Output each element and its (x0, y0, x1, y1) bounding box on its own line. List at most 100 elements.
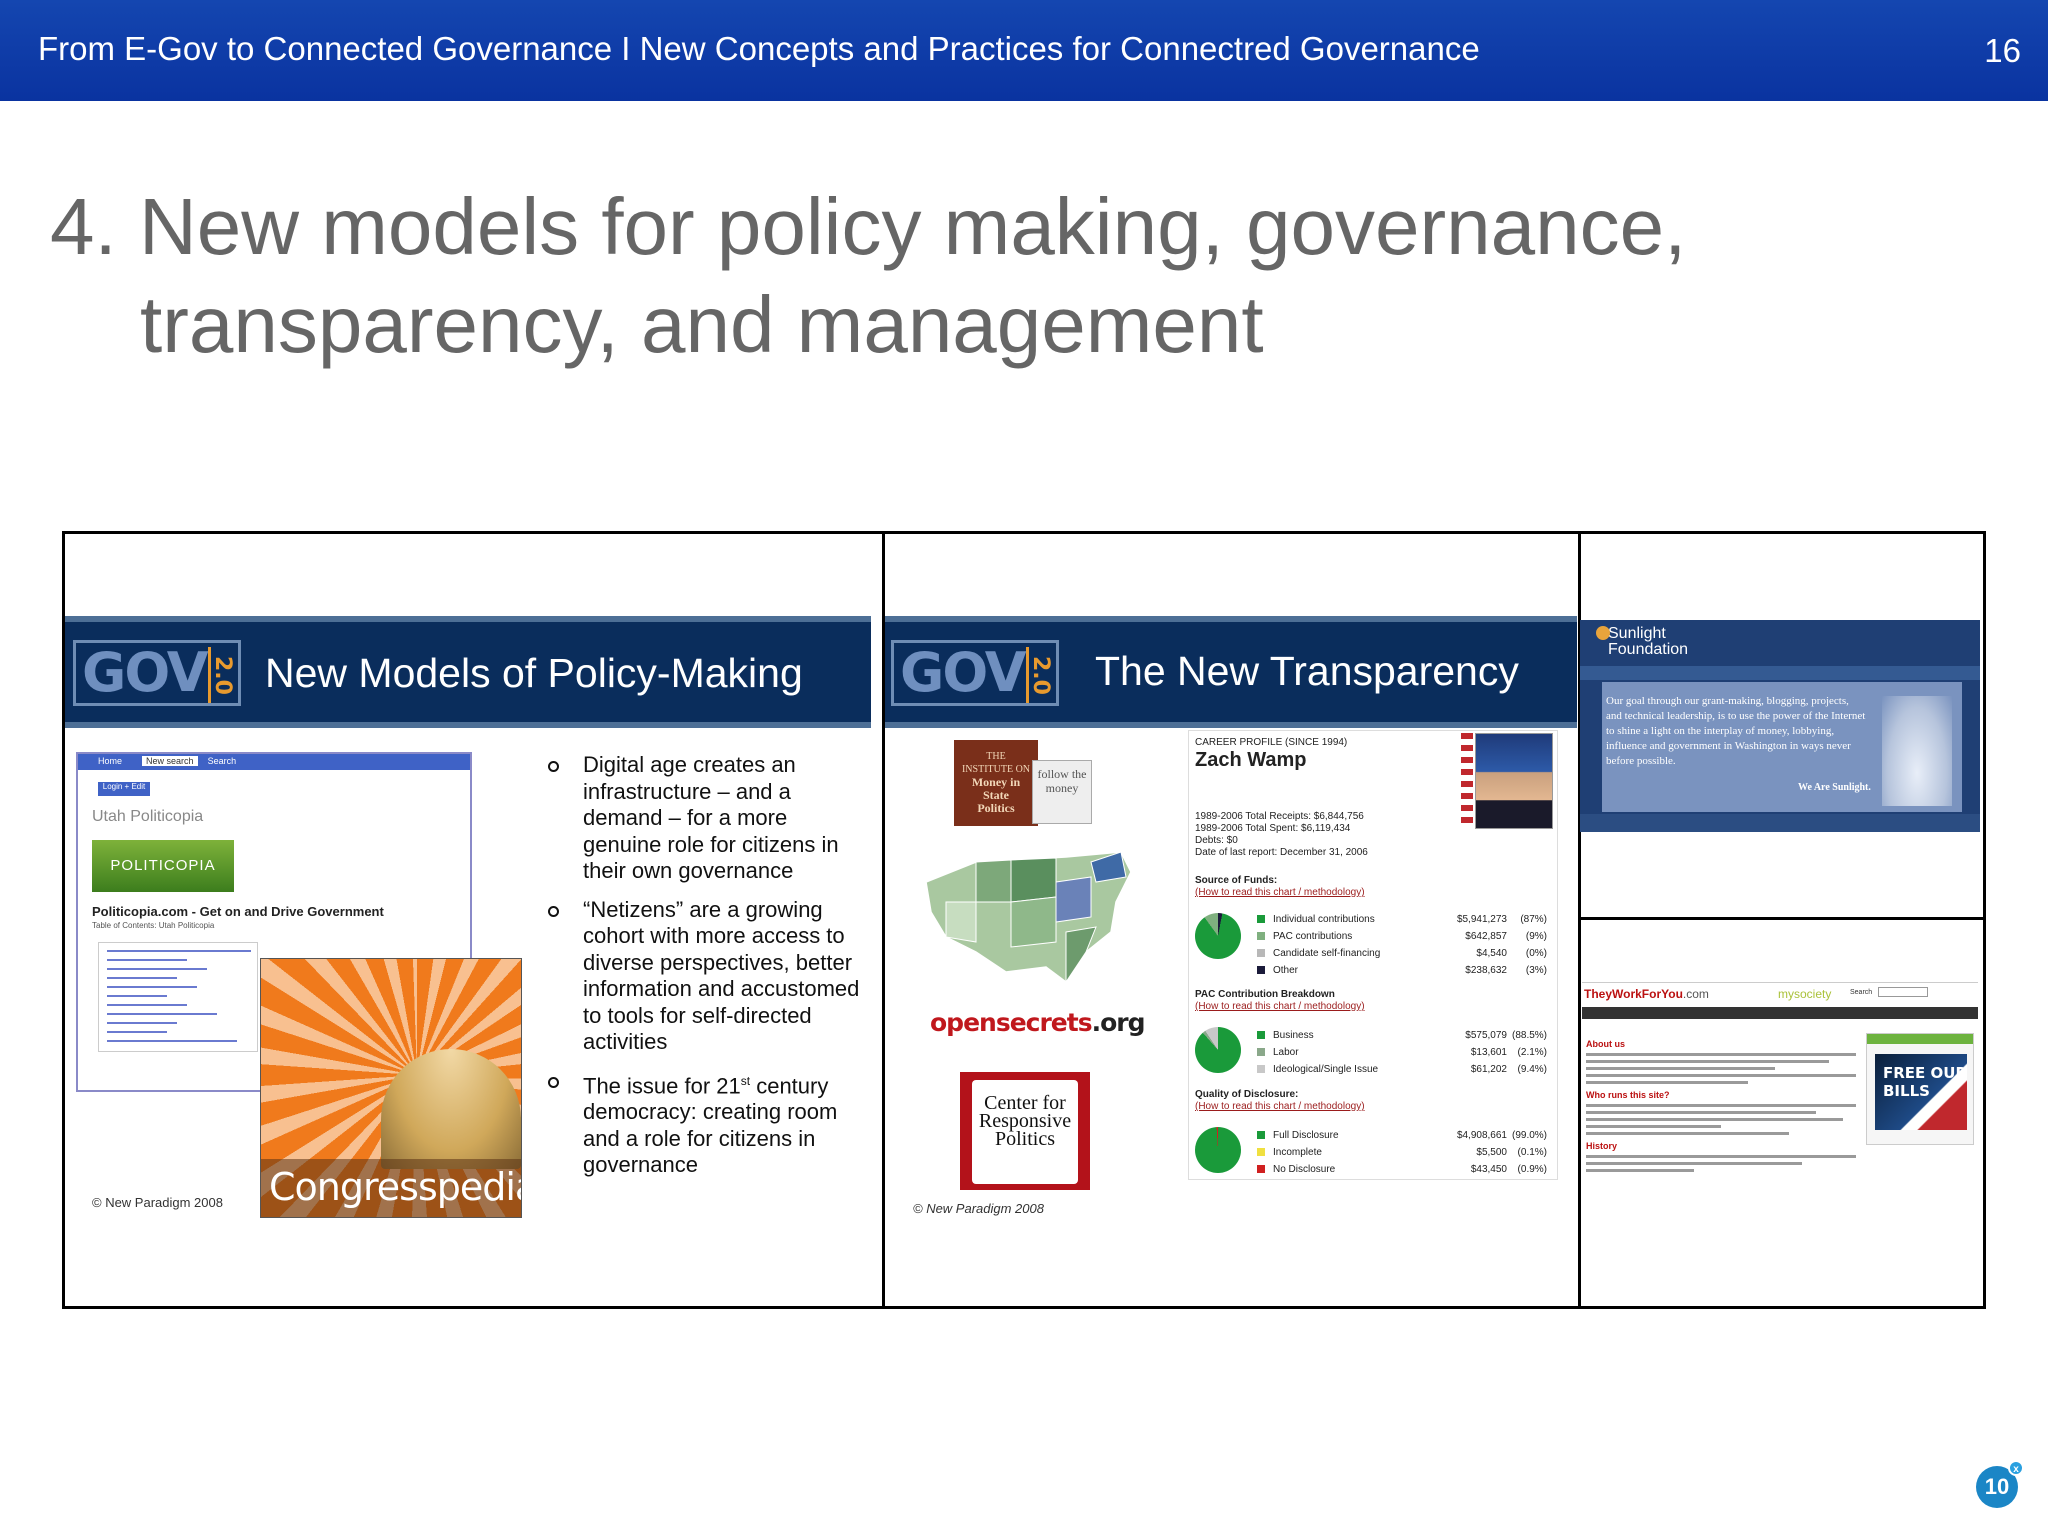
bullet-superscript: st (740, 1073, 751, 1088)
bullet-item: Digital age creates an infrastructure – … (548, 752, 868, 885)
mip-logo-line5: Politics (977, 801, 1015, 815)
disclosure-pie (1195, 1127, 1241, 1173)
twfy-tld: .com (1682, 987, 1709, 1001)
twfy-about-heading: About us (1586, 1039, 1625, 1049)
legend-percent: (0.1%) (1517, 1147, 1547, 1158)
politicopia-login-button: Login + Edit (98, 782, 150, 796)
legend-amount: $4,908,661 (1456, 1130, 1507, 1141)
legend-swatch (1257, 1165, 1265, 1173)
transparency-banner: GOV 2.0 The New Transparency (885, 616, 1577, 728)
pac-breakdown-pie (1195, 1027, 1241, 1073)
follow-the-money-logo: follow the money (1032, 760, 1092, 824)
legend-swatch (1257, 1048, 1265, 1056)
legend-row: No Disclosure $43,450 (0.9%) (1257, 1161, 1547, 1178)
profile-stats: 1989-2006 Total Receipts: $6,844,756 198… (1195, 811, 1368, 859)
legend-row: Ideological/Single Issue $61,202 (9.4%) (1257, 1061, 1547, 1078)
profile-label: CAREER PROFILE (SINCE 1994) (1195, 737, 1348, 748)
profile-stat: Date of last report: December 31, 2006 (1195, 847, 1368, 858)
legend-amount: $13,601 (1470, 1047, 1507, 1058)
methodology-link[interactable]: (How to read this chart / methodology) (1195, 1001, 1365, 1012)
us-map-image (925, 851, 1132, 984)
politicopia-search-input: New search (142, 756, 198, 766)
gov20-logo-text: GOV (900, 641, 1027, 704)
bullet-icon (548, 1076, 559, 1088)
gov20-logo-version: 2.0 (208, 647, 235, 703)
opensecrets-logo: opensecrets.org (930, 1008, 1146, 1037)
politicopia-nav: Home New search Search (78, 754, 470, 770)
politicopia-site-title: Utah Politicopia (92, 808, 204, 825)
copyright-middle: © New Paradigm 2008 (913, 1201, 1044, 1216)
sunlight-hero: Our goal through our grant-making, blogg… (1602, 682, 1962, 812)
sunlight-signoff: We Are Sunlight. (1798, 782, 1871, 793)
gov20-logo-version: 2.0 (1026, 647, 1053, 703)
legend-row: PAC contributions $642,857 (9%) (1257, 928, 1547, 945)
twfy-search-input (1878, 987, 1928, 997)
legend-amount: $61,202 (1470, 1064, 1507, 1075)
source-of-funds-legend: Individual contributions $5,941,273 (87%) … (1257, 911, 1547, 979)
twfy-logo: TheyWorkForYou.com (1584, 987, 1709, 1001)
close-icon[interactable]: x (2008, 1460, 2024, 1476)
legend-swatch (1257, 949, 1265, 957)
opensecrets-name: opensecrets (930, 1008, 1093, 1037)
gov20-logo: GOV 2.0 (891, 640, 1059, 706)
flag-image (1461, 733, 1473, 829)
legend-label: No Disclosure (1273, 1164, 1336, 1175)
sunlight-logo-line2: Foundation (1608, 641, 1689, 658)
copyright-left: © New Paradigm 2008 (92, 1195, 223, 1210)
sunlight-footer-nav (1580, 814, 1980, 832)
section-title: PAC Contribution Breakdown (1195, 989, 1335, 1000)
policy-making-banner: GOV 2.0 New Models of Policy-Making (65, 616, 871, 728)
legend-row: Candidate self-financing $4,540 (0%) (1257, 945, 1547, 962)
money-in-state-politics-logo: THE INSTITUTE ON Money in State Politics (954, 740, 1038, 826)
legend-amount: $642,857 (1465, 931, 1507, 942)
mysociety-logo: mysociety (1778, 987, 1832, 1001)
legend-label: PAC contributions (1273, 931, 1353, 942)
disclosure-legend: Full Disclosure $4,908,661 (99.0%) Incompl… (1257, 1127, 1547, 1178)
legend-swatch (1257, 1031, 1265, 1039)
legend-label: Individual contributions (1273, 914, 1375, 925)
twfy-promo: FREE OUR BILLS (1866, 1033, 1974, 1145)
methodology-link[interactable]: (How to read this chart / methodology) (1195, 1101, 1365, 1112)
bullet-icon (548, 905, 559, 917)
legend-row: Individual contributions $5,941,273 (87%) (1257, 911, 1547, 928)
transparency-title: The New Transparency (1095, 648, 1519, 694)
legend-label: Other (1273, 965, 1299, 976)
legend-swatch (1257, 1131, 1265, 1139)
legend-swatch (1257, 1065, 1265, 1073)
profile-stat: Debts: $0 (1195, 835, 1238, 846)
section-title: Source of Funds: (1195, 875, 1278, 886)
notification-badge[interactable]: 10 x (1976, 1460, 2024, 1508)
methodology-link[interactable]: (How to read this chart / methodology) (1195, 887, 1365, 898)
crp-logo: Center for Responsive Politics (960, 1072, 1090, 1190)
theyworkforyou-screenshot: TheyWorkForYou.com mysociety Search Abou… (1582, 982, 1978, 1244)
bullet-text: “Netizens” are a growing cohort with mor… (583, 896, 860, 1055)
section-title: Quality of Disclosure: (1195, 1089, 1299, 1100)
legend-row: Business $575,079 (88.5%) (1257, 1027, 1547, 1044)
legend-label: Candidate self-financing (1273, 948, 1381, 959)
legend-row: Labor $13,601 (2.1%) (1257, 1044, 1547, 1061)
legend-amount: $4,540 (1476, 948, 1507, 959)
politicopia-toc: Table of Contents: Utah Politicopia (92, 921, 215, 930)
legend-swatch (1257, 966, 1265, 974)
legend-label: Incomplete (1273, 1147, 1322, 1158)
crp-logo-text: Center for Responsive Politics (972, 1080, 1078, 1184)
legend-percent: (3%) (1525, 965, 1547, 976)
profile-stat: 1989-2006 Total Receipts: $6,844,756 (1195, 811, 1364, 822)
slide-title-line2: transparency, and management (140, 280, 1264, 369)
legend-percent: (2.1%) (1517, 1047, 1547, 1058)
slide-page: From E-Gov to Connected Governance I New… (0, 0, 2048, 1536)
sunlight-foundation-screenshot: Sunlight Foundation Our goal through our… (1580, 620, 1980, 832)
sun-icon (1596, 626, 1610, 640)
capitol-image (1882, 696, 1952, 806)
legend-label: Full Disclosure (1273, 1130, 1339, 1141)
politicopia-banner: POLITICOPIA (92, 840, 234, 892)
capitol-dome-image (381, 1049, 521, 1169)
sunlight-logo-line1: Sunlight (1608, 625, 1666, 642)
legend-amount: $5,500 (1476, 1147, 1507, 1158)
profile-photo (1475, 733, 1553, 829)
politicopia-link-list (98, 942, 258, 1052)
legend-amount: $43,450 (1470, 1164, 1507, 1175)
pac-breakdown-legend: Business $575,079 (88.5%) Labor $13,601 (2.1… (1257, 1027, 1547, 1078)
career-profile-card: CAREER PROFILE (SINCE 1994) Zach Wamp 19… (1188, 730, 1558, 1180)
sunlight-quote: Our goal through our grant-making, blogg… (1606, 695, 1866, 767)
